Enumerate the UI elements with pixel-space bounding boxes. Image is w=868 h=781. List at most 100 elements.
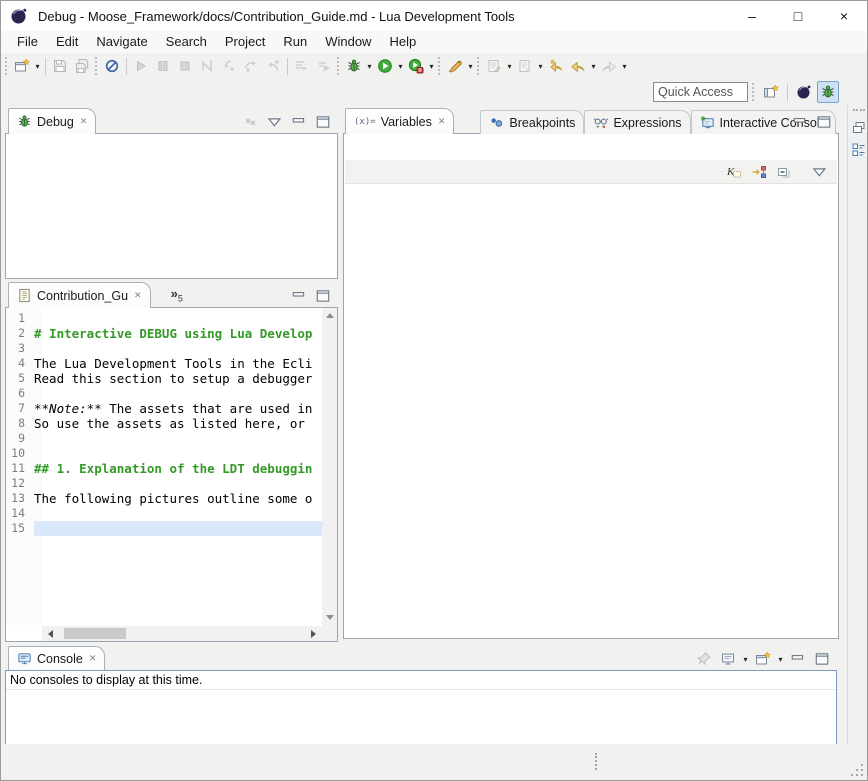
tab-debug-close-icon[interactable]: ✕ <box>80 116 88 127</box>
debug-view-maximize-button[interactable] <box>312 111 334 133</box>
console-minimize-button[interactable] <box>787 648 809 670</box>
line-number[interactable]: 9 <box>6 431 34 446</box>
menu-edit[interactable]: Edit <box>47 31 87 53</box>
save-all-button[interactable] <box>71 55 93 77</box>
trim-drag-handle[interactable] <box>853 109 865 111</box>
menu-file[interactable]: File <box>8 31 47 53</box>
new-wizard-button[interactable] <box>11 55 33 77</box>
toolbar-drag-handle[interactable] <box>438 57 441 75</box>
restore-views-button[interactable] <box>850 119 868 137</box>
editor-maximize-button[interactable] <box>312 285 334 307</box>
editor-vertical-scrollbar[interactable] <box>322 308 337 625</box>
tab-variables-close-icon[interactable]: ✕ <box>438 116 446 127</box>
line-number[interactable]: 6 <box>6 386 34 401</box>
line-number[interactable]: 3 <box>6 341 34 356</box>
scroll-left-arrow[interactable] <box>48 630 53 638</box>
variables-view-maximize-button[interactable] <box>813 111 835 133</box>
open-console-button[interactable] <box>752 648 774 670</box>
restart-button[interactable] <box>313 55 335 77</box>
coverage-dropdown[interactable]: ▾ <box>427 62 436 71</box>
resume-button[interactable] <box>130 55 152 77</box>
debug-perspective-button[interactable] <box>817 81 839 103</box>
horizontal-scroll-thumb[interactable] <box>64 628 126 639</box>
quick-access-input[interactable] <box>653 82 748 102</box>
display-console-dropdown[interactable]: ▾ <box>741 655 750 664</box>
external-tools-button[interactable] <box>444 55 466 77</box>
editor-minimize-button[interactable] <box>288 285 310 307</box>
menu-search[interactable]: Search <box>157 31 216 53</box>
tab-expressions[interactable]: Expressions <box>584 110 690 134</box>
debug-dropdown[interactable]: ▾ <box>365 62 374 71</box>
tab-console[interactable]: Console ✕ <box>8 646 105 670</box>
line-number[interactable]: 12 <box>6 476 34 491</box>
console-content[interactable]: No consoles to display at this time. <box>5 670 837 746</box>
step-over-button[interactable] <box>240 55 262 77</box>
window-close-button[interactable]: × <box>821 1 867 31</box>
skip-all-breakpoints-button[interactable] <box>101 55 123 77</box>
resize-grip-icon[interactable] <box>849 762 865 778</box>
step-into-button[interactable] <box>218 55 240 77</box>
toolbar-drag-handle[interactable] <box>95 57 98 75</box>
forward-button[interactable] <box>598 55 620 77</box>
tab-console-close-icon[interactable]: ✕ <box>89 653 97 664</box>
open-console-dropdown[interactable]: ▾ <box>776 655 785 664</box>
line-number[interactable]: 2 <box>6 326 34 341</box>
forward-dropdown[interactable]: ▾ <box>620 62 629 71</box>
back-button[interactable] <box>567 55 589 77</box>
editor-horizontal-scrollbar[interactable] <box>42 626 322 641</box>
scroll-down-arrow[interactable] <box>326 615 334 620</box>
new-lua-file-dropdown[interactable]: ▾ <box>505 62 514 71</box>
menu-navigate[interactable]: Navigate <box>87 31 156 53</box>
lua-perspective-button[interactable] <box>793 81 815 103</box>
toolbar-drag-handle[interactable] <box>477 57 480 75</box>
line-number[interactable]: 5 <box>6 371 34 386</box>
tab-editor-close-icon[interactable]: ✕ <box>134 290 142 301</box>
variables-view-content[interactable]: K <box>343 133 839 639</box>
pin-console-button[interactable] <box>693 648 715 670</box>
window-minimize-button[interactable]: – <box>729 1 775 31</box>
menu-window[interactable]: Window <box>316 31 380 53</box>
collapse-all-button[interactable] <box>773 161 795 183</box>
save-button[interactable] <box>49 55 71 77</box>
new-lua-file-button[interactable] <box>483 55 505 77</box>
display-selected-console-button[interactable] <box>717 648 739 670</box>
line-number[interactable]: 13 <box>6 491 34 506</box>
line-number[interactable]: 7 <box>6 401 34 416</box>
debug-view-menu-button[interactable] <box>264 111 286 133</box>
use-step-filters-button[interactable] <box>291 55 313 77</box>
disconnect-button[interactable] <box>196 55 218 77</box>
line-number[interactable]: 4 <box>6 356 34 371</box>
scroll-right-arrow[interactable] <box>311 630 316 638</box>
variables-view-menu-button[interactable] <box>809 161 831 183</box>
line-number[interactable]: 1 <box>6 311 34 326</box>
window-maximize-button[interactable]: □ <box>775 1 821 31</box>
tab-debug[interactable]: Debug ✕ <box>8 108 96 134</box>
console-maximize-button[interactable] <box>811 648 833 670</box>
coverage-button[interactable] <box>405 55 427 77</box>
terminate-button[interactable] <box>174 55 196 77</box>
scroll-up-arrow[interactable] <box>326 313 334 318</box>
line-number[interactable]: 14 <box>6 506 34 521</box>
open-element-dropdown[interactable]: ▾ <box>536 62 545 71</box>
debug-button[interactable] <box>343 55 365 77</box>
debug-view-minimize-button[interactable] <box>288 111 310 133</box>
toolbar-drag-handle[interactable] <box>752 83 755 101</box>
line-number[interactable]: 8 <box>6 416 34 431</box>
line-number[interactable]: 11 <box>6 461 34 476</box>
menu-project[interactable]: Project <box>216 31 274 53</box>
open-perspective-button[interactable] <box>760 81 782 103</box>
status-drag-handle[interactable] <box>595 753 597 770</box>
toolbar-drag-handle[interactable] <box>337 57 340 75</box>
debug-view-content[interactable] <box>5 133 338 279</box>
menu-run[interactable]: Run <box>274 31 316 53</box>
show-logical-structures-button[interactable] <box>748 161 770 183</box>
run-button[interactable] <box>374 55 396 77</box>
open-element-button[interactable] <box>514 55 536 77</box>
toolbar-drag-handle[interactable] <box>5 57 8 75</box>
line-number[interactable]: 10 <box>6 446 34 461</box>
line-number[interactable]: 15 <box>6 521 34 536</box>
tab-variables[interactable]: (x)= Variables ✕ <box>345 108 454 134</box>
back-dropdown[interactable]: ▾ <box>589 62 598 71</box>
last-edit-location-button[interactable] <box>545 55 567 77</box>
menu-help[interactable]: Help <box>380 31 425 53</box>
